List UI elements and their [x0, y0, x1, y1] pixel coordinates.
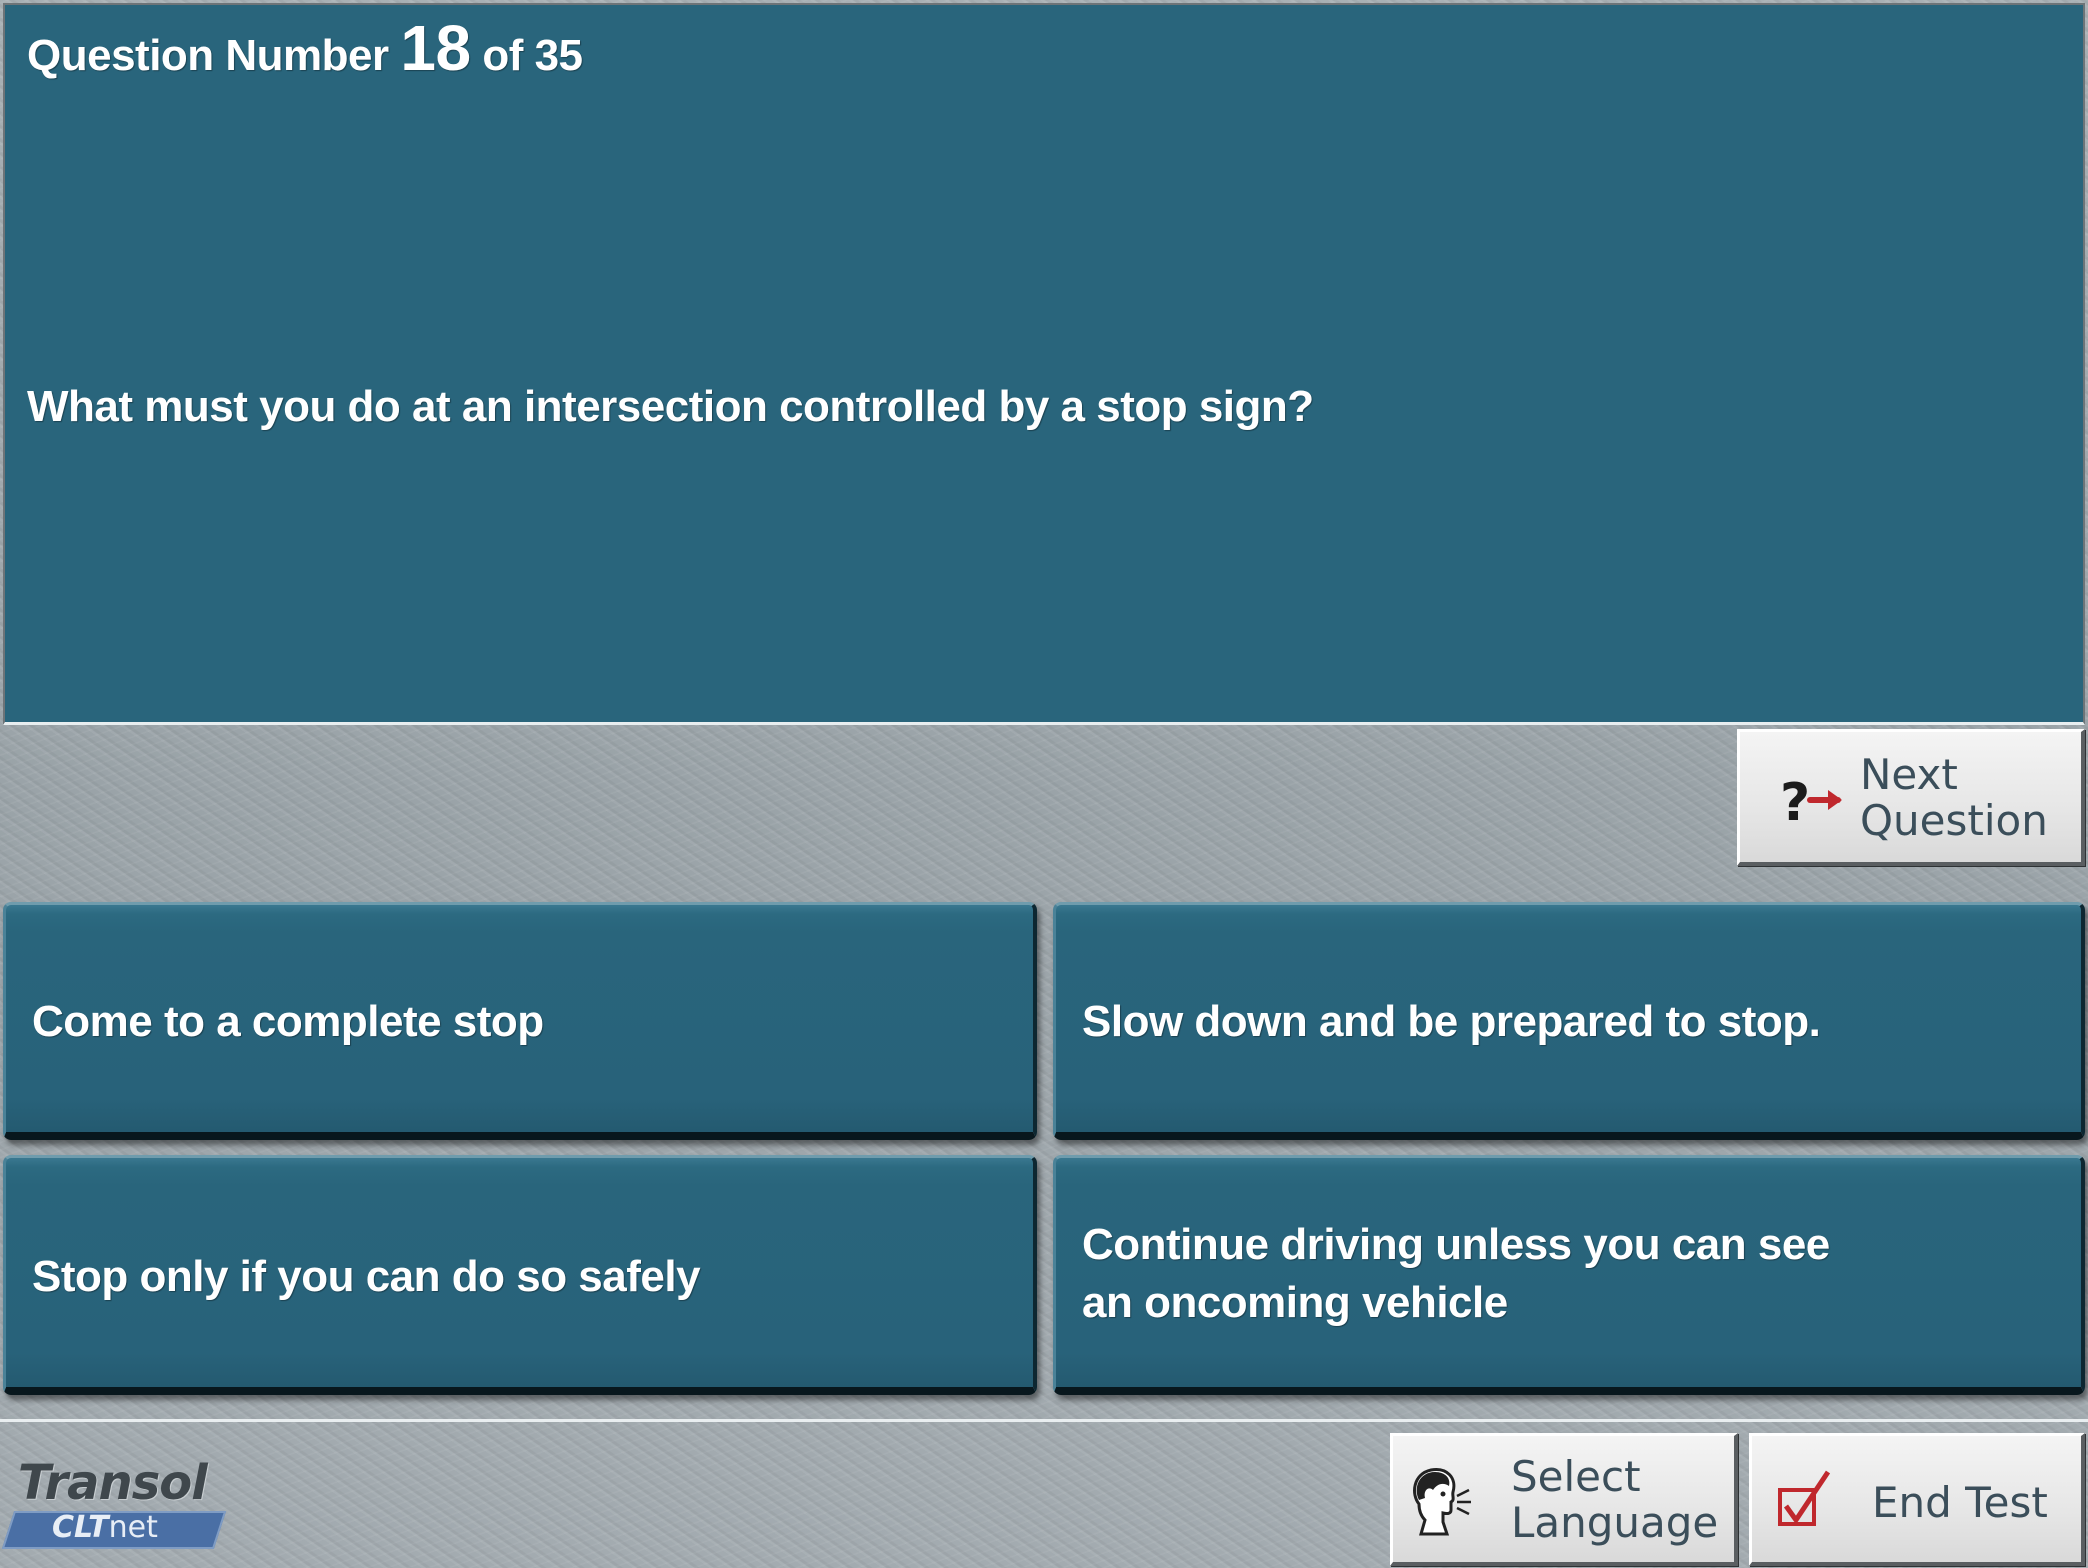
next-question-button[interactable]: ? Next Question: [1737, 729, 2085, 866]
answer-option-text: Come to a complete stop: [32, 997, 544, 1046]
question-number-label: Question Number: [27, 31, 389, 80]
svg-text:?: ?: [1780, 773, 1810, 830]
question-arrow-icon: ?: [1780, 773, 1842, 830]
end-test-label: End Test: [1872, 1478, 2048, 1527]
answer-option-1[interactable]: Come to a complete stop: [3, 902, 1037, 1140]
speaking-head-icon: [1413, 1468, 1471, 1536]
select-language-label: Select Language: [1511, 1452, 1719, 1547]
select-language-button[interactable]: Select Language: [1390, 1433, 1738, 1566]
question-text: What must you do at an intersection cont…: [27, 382, 1314, 431]
logo-brand: Transol: [18, 1455, 208, 1511]
logo-product: CLTnet: [52, 1510, 158, 1545]
answer-option-4[interactable]: Continue driving unless you can see an o…: [1053, 1155, 2085, 1395]
question-number-header: Question Number 18 of 35: [27, 11, 583, 85]
answer-option-text: Slow down and be prepared to stop.: [1082, 997, 1821, 1046]
question-panel: Question Number 18 of 35 What must you d…: [3, 3, 2085, 725]
answer-option-2[interactable]: Slow down and be prepared to stop.: [1053, 902, 2085, 1140]
answer-option-text: Continue driving unless you can see an o…: [1082, 1220, 1830, 1327]
answer-option-3[interactable]: Stop only if you can do so safely: [3, 1155, 1037, 1395]
transol-logo: Transol CLTnet: [1, 1455, 232, 1555]
checkbox-check-icon: [1778, 1470, 1831, 1526]
question-total: of 35: [482, 31, 583, 80]
footer-divider: [0, 1419, 2088, 1422]
question-number: 18: [400, 12, 471, 84]
next-question-label: Next Question: [1860, 750, 2048, 845]
answer-option-text: Stop only if you can do so safely: [32, 1252, 701, 1301]
end-test-button[interactable]: End Test: [1749, 1433, 2085, 1566]
